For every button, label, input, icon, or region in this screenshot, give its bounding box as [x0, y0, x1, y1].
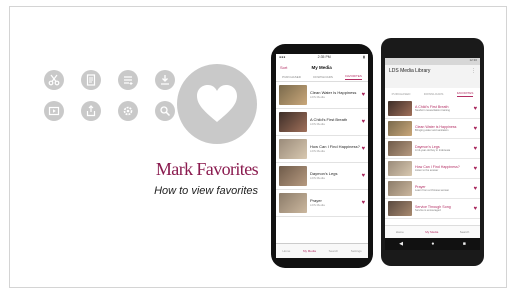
sort-button[interactable]: Sort	[280, 65, 287, 70]
android-title-row: LDS Media Library ⋮	[385, 65, 480, 77]
list-item-subtitle: LDS Media	[310, 122, 325, 126]
list-item[interactable]: How Can I Find Happiness? LDS Media ♥	[276, 136, 368, 163]
list-item-subtitle: Learn from a Chinese woman	[415, 188, 450, 192]
video-thumbnail	[279, 112, 307, 132]
list-item-subtitle: Service is encouraged	[415, 208, 441, 212]
home-icon[interactable]: ●	[431, 241, 434, 247]
tab-my-media[interactable]: My Media	[303, 249, 316, 253]
favorite-heart-icon[interactable]: ♥	[361, 92, 365, 98]
list-item[interactable]: Service Through Song Service is encourage…	[385, 199, 480, 219]
nav-home[interactable]: Home	[396, 230, 404, 234]
favorite-heart-icon[interactable]: ♥	[473, 166, 477, 172]
android-mockup: 12:30 LDS Media Library ⋮ PURCHASED DOWN…	[381, 38, 484, 266]
favorite-heart-icon[interactable]: ♥	[361, 146, 365, 152]
list-item[interactable]: Daymon's Legs LDS Media ♥	[276, 163, 368, 190]
scissors-icon	[44, 70, 64, 90]
list-item-subtitle: Bringing water and sanitation	[415, 128, 449, 132]
document-icon	[81, 70, 101, 90]
iphone-mockup: ●●● 2:35 PM ▮ Sort My Media PURCHASED DOWN…	[271, 44, 373, 268]
tab-search[interactable]: Search	[329, 249, 339, 253]
android-tabs: PURCHASED DOWNLOADS FAVORITES	[385, 88, 480, 99]
video-thumbnail	[388, 181, 412, 196]
list-item[interactable]: Clean Water Is Happiness LDS Media ♥	[276, 82, 368, 109]
list-item-subtitle: A 12-year-old boy in Indonesia	[415, 148, 451, 152]
list-item[interactable]: Clean Water is Happiness Bringing water a…	[385, 119, 480, 139]
video-thumbnail	[279, 193, 307, 213]
iphone-screen: ●●● 2:35 PM ▮ Sort My Media PURCHASED DOWN…	[276, 54, 368, 258]
video-thumbnail	[279, 139, 307, 159]
video-thumbnail	[388, 161, 412, 176]
video-thumbnail	[279, 85, 307, 105]
ios-navigation-bar: Sort My Media	[276, 62, 368, 72]
video-icon	[44, 101, 64, 121]
android-status-bar: 12:30	[385, 58, 480, 65]
favorite-heart-icon[interactable]: ♥	[361, 173, 365, 179]
list-item-subtitle: Newborn resuscitation training	[415, 108, 450, 112]
ios-page-title: My Media	[311, 64, 332, 70]
slide-title: Mark Favorites	[155, 159, 259, 179]
list-item-subtitle: LDS Media	[310, 95, 325, 99]
share-icon	[81, 101, 101, 121]
gear-icon	[118, 101, 138, 121]
search-icon	[155, 101, 175, 121]
recents-icon[interactable]: ■	[463, 241, 466, 247]
tab-purchased[interactable]: PURCHASED	[392, 92, 411, 96]
list-item[interactable]: Prayer LDS Media ♥	[276, 190, 368, 217]
list-item[interactable]: A Child's First Breath LDS Media ♥	[276, 109, 368, 136]
heart-icon	[177, 64, 257, 144]
list-item[interactable]: Prayer Learn from a Chinese woman ♥	[385, 179, 480, 199]
video-thumbnail	[279, 166, 307, 186]
favorite-heart-icon[interactable]: ♥	[473, 186, 477, 192]
tab-purchased[interactable]: PURCHASED	[282, 75, 301, 79]
tab-settings[interactable]: Settings	[351, 249, 362, 253]
list-item-subtitle: LDS Media	[310, 149, 325, 153]
list-item[interactable]: Daymon's Legs A 12-year-old boy in Indone…	[385, 139, 480, 159]
video-thumbnail	[388, 141, 412, 156]
back-icon[interactable]: ◀	[399, 241, 403, 247]
list-item[interactable]: How Can I Find Happiness? Listen to the a…	[385, 159, 480, 179]
list-item-subtitle: LDS Media	[310, 176, 325, 180]
ios-tab-bar: Home My Media Search Settings	[276, 243, 368, 258]
overflow-menu-icon[interactable]: ⋮	[471, 68, 476, 74]
ios-status-bar: ●●● 2:35 PM ▮	[276, 54, 368, 62]
video-thumbnail	[388, 101, 412, 116]
slide-subtitle: How to view favorites	[154, 185, 258, 197]
ios-status-time: 2:35 PM	[317, 55, 331, 59]
favorite-heart-icon[interactable]: ♥	[361, 200, 365, 206]
ios-segment-tabs: PURCHASED DOWNLOADS FAVORITES	[276, 72, 368, 82]
favorite-heart-icon[interactable]: ♥	[473, 106, 477, 112]
video-thumbnail	[388, 121, 412, 136]
video-thumbnail	[388, 201, 412, 216]
favorite-heart-icon[interactable]: ♥	[473, 146, 477, 152]
nav-search[interactable]: Search	[460, 230, 470, 234]
tab-favorites[interactable]: FAVORITES	[345, 74, 362, 80]
tab-downloads[interactable]: DOWNLOADS	[313, 75, 333, 79]
favorite-heart-icon[interactable]: ♥	[473, 206, 477, 212]
android-app-title: LDS Media Library	[389, 68, 431, 74]
download-icon	[155, 70, 175, 90]
tab-favorites[interactable]: FAVORITES	[456, 91, 474, 97]
nav-my-media[interactable]: My Media	[425, 230, 438, 234]
list-item[interactable]: A Child's First Breath Newborn resuscitat…	[385, 99, 480, 119]
android-system-nav: ◀ ● ■	[385, 238, 480, 250]
favorite-heart-icon[interactable]: ♥	[473, 126, 477, 132]
favorite-heart-icon[interactable]: ♥	[361, 119, 365, 125]
android-app-bar: 12:30 LDS Media Library ⋮	[385, 58, 480, 88]
android-screen: 12:30 LDS Media Library ⋮ PURCHASED DOWN…	[385, 58, 480, 250]
list-item-subtitle: LDS Media	[310, 203, 325, 207]
list-item-subtitle: Listen to the answer	[415, 168, 439, 172]
android-bottom-nav: Home My Media Search	[385, 225, 480, 238]
tab-home[interactable]: Home	[282, 249, 290, 253]
tab-downloads[interactable]: DOWNLOADS	[424, 92, 444, 96]
list-icon	[118, 70, 138, 90]
